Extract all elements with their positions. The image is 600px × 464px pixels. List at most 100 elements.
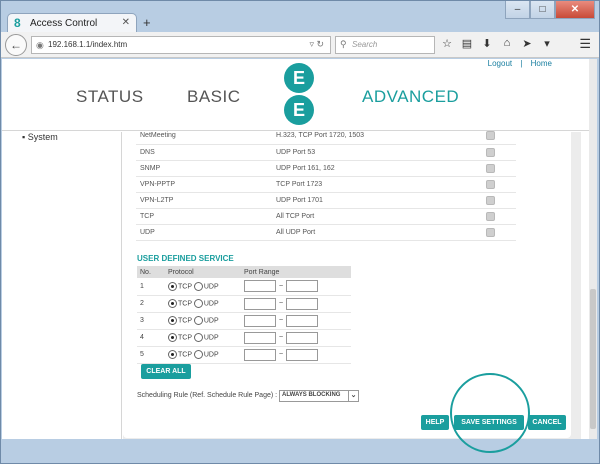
table-row: VPN-L2TP UDP Port 1701 xyxy=(136,192,516,209)
range-separator: ~ xyxy=(278,300,284,308)
port-start-input[interactable] xyxy=(244,280,276,293)
tcp-label: TCP xyxy=(178,334,192,342)
port-start-input[interactable] xyxy=(244,297,276,310)
table-row: VPN-PPTP TCP Port 1723 xyxy=(136,176,516,193)
scrollbar-thumb[interactable] xyxy=(590,289,596,429)
service-checkbox[interactable] xyxy=(486,195,495,205)
port-end-input[interactable] xyxy=(286,348,318,361)
service-name: VPN-PPTP xyxy=(136,176,276,193)
table-row: SNMP UDP Port 161, 162 xyxy=(136,160,516,177)
row-number: 3 xyxy=(137,312,165,330)
search-placeholder: Search xyxy=(352,40,378,49)
tcp-radio[interactable] xyxy=(168,316,177,325)
tcp-radio[interactable] xyxy=(168,299,177,308)
table-row: TCP All TCP Port xyxy=(136,208,516,225)
table-row: NetMeeting H.323, TCP Port 1720, 1503 xyxy=(136,128,516,145)
service-port: All TCP Port xyxy=(276,208,486,225)
row-number: 1 xyxy=(137,278,165,296)
col-no: No. xyxy=(137,266,165,278)
maximize-button[interactable]: □ xyxy=(530,1,555,19)
row-number: 4 xyxy=(137,329,165,347)
send-icon[interactable]: ➤ xyxy=(521,37,533,50)
service-port: UDP Port 53 xyxy=(276,144,486,161)
back-button[interactable]: ← xyxy=(5,34,27,56)
table-row: 1 TCP UDP ~ xyxy=(137,278,351,296)
search-bar[interactable]: ⚲ Search xyxy=(335,36,435,54)
range-separator: ~ xyxy=(278,351,284,359)
port-end-input[interactable] xyxy=(286,331,318,344)
udp-label: UDP xyxy=(203,317,219,325)
port-start-input[interactable] xyxy=(244,348,276,361)
service-port: UDP Port 1701 xyxy=(276,192,486,209)
home-icon[interactable]: ⌂ xyxy=(501,37,513,50)
home-link[interactable]: Home xyxy=(531,59,552,68)
reader-icon[interactable]: ▤ xyxy=(461,37,473,50)
udp-radio[interactable] xyxy=(193,316,203,325)
cancel-button[interactable]: CANCEL xyxy=(528,415,566,430)
browser-window: 8 Access Control ✕ + – □ ✕ ← ◉ 192.168.1… xyxy=(0,0,600,464)
minimize-button[interactable]: – xyxy=(505,1,530,19)
port-end-input[interactable] xyxy=(286,314,318,327)
port-end-input[interactable] xyxy=(286,280,318,293)
back-arrow-icon: ← xyxy=(10,38,22,52)
service-name: NetMeeting xyxy=(136,128,276,145)
header-links: Logout | Home xyxy=(485,59,555,68)
tab-title: Access Control xyxy=(30,18,98,29)
page-scrollbar[interactable] xyxy=(589,59,597,439)
service-checkbox[interactable] xyxy=(486,147,495,157)
udp-radio[interactable] xyxy=(193,350,203,359)
udp-radio[interactable] xyxy=(193,281,203,291)
nav-basic[interactable]: BASIC xyxy=(187,87,241,107)
table-row: 2 TCP UDP ~ xyxy=(137,295,351,313)
port-start-input[interactable] xyxy=(244,331,276,344)
tcp-radio[interactable] xyxy=(168,350,177,359)
tcp-label: TCP xyxy=(178,317,192,325)
download-icon[interactable]: ⬇ xyxy=(481,37,493,50)
logout-link[interactable]: Logout xyxy=(488,59,512,68)
help-button[interactable]: HELP xyxy=(421,415,449,430)
address-bar[interactable]: ◉ 192.168.1.1/index.htm ▿ ↻ xyxy=(31,36,331,54)
udp-radio[interactable] xyxy=(193,333,203,342)
tab-close-icon[interactable]: ✕ xyxy=(122,17,130,28)
service-port: All UDP Port xyxy=(276,224,486,241)
save-settings-button[interactable]: SAVE SETTINGS xyxy=(454,415,524,430)
schedule-value: ALWAYS BLOCKING xyxy=(282,392,341,398)
title-bar: 8 Access Control ✕ + – □ ✕ xyxy=(1,1,599,33)
udp-label: UDP xyxy=(203,300,219,308)
service-checkbox[interactable] xyxy=(486,163,495,173)
bookmark-star-icon[interactable]: ☆ xyxy=(441,37,453,50)
close-window-button[interactable]: ✕ xyxy=(555,1,595,19)
udp-radio[interactable] xyxy=(193,299,203,308)
tcp-label: TCP xyxy=(178,283,192,291)
dropdown-icon[interactable]: ▾ xyxy=(541,37,553,50)
link-separator: | xyxy=(520,59,523,68)
new-tab-button[interactable]: + xyxy=(143,15,151,30)
clear-all-button[interactable]: CLEAR ALL xyxy=(141,364,191,379)
service-checkbox[interactable] xyxy=(486,179,495,189)
port-start-input[interactable] xyxy=(244,314,276,327)
range-separator: ~ xyxy=(278,317,284,325)
schedule-select[interactable]: ALWAYS BLOCKING ⌄ xyxy=(279,390,359,402)
reload-icon[interactable]: ▿ ↻ xyxy=(309,39,324,50)
service-checkbox[interactable] xyxy=(486,131,495,141)
ee-favicon-icon: 8 xyxy=(14,16,21,30)
service-checkbox[interactable] xyxy=(486,227,495,237)
row-number: 2 xyxy=(137,295,165,313)
browser-tab[interactable]: 8 Access Control ✕ xyxy=(7,13,137,33)
nav-status[interactable]: STATUS xyxy=(76,87,144,107)
range-separator: ~ xyxy=(278,283,284,291)
nav-advanced[interactable]: ADVANCED xyxy=(362,87,459,107)
router-page: Logout | Home STATUS BASIC E E ADVANCED … xyxy=(2,59,590,439)
service-name: UDP xyxy=(136,224,276,241)
tcp-radio[interactable] xyxy=(168,281,177,291)
table-row: 4 TCP UDP ~ xyxy=(137,329,351,347)
service-checkbox[interactable] xyxy=(486,211,495,221)
hamburger-menu-icon[interactable]: ☰ xyxy=(579,36,591,52)
port-end-input[interactable] xyxy=(286,297,318,310)
services-table: NetMeeting H.323, TCP Port 1720, 1503 DNS… xyxy=(136,128,516,241)
sidebar-item-system[interactable]: ▪ System xyxy=(22,132,58,142)
udp-label: UDP xyxy=(203,334,219,342)
tcp-radio[interactable] xyxy=(168,333,177,342)
logo-circle-top: E xyxy=(284,63,314,93)
col-port-range: Port Range xyxy=(241,266,351,278)
